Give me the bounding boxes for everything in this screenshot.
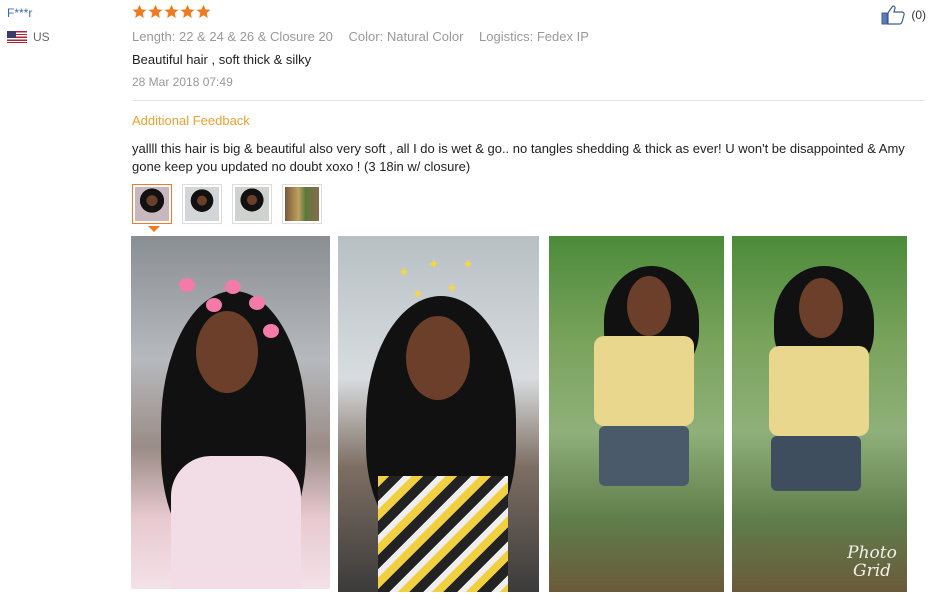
- additional-feedback-text: yallll this hair is big & beautiful also…: [132, 141, 905, 174]
- photo-detail: [799, 278, 843, 338]
- star-icon: [196, 4, 211, 18]
- active-thumbnail-indicator: [148, 226, 160, 232]
- review-text: Beautiful hair , soft thick & silky: [132, 52, 312, 67]
- photo-grid-watermark: Photo Grid: [847, 543, 897, 581]
- photo-detail: [406, 316, 470, 400]
- review-photo-1[interactable]: [131, 236, 330, 589]
- sparkle-sticker: ✦: [462, 256, 474, 272]
- sparkle-sticker: ✦: [398, 264, 410, 280]
- helpful-like-button[interactable]: (0): [881, 5, 926, 25]
- heart-sticker: [249, 296, 265, 310]
- divider: [132, 100, 925, 101]
- attr-color: Color: Natural Color: [348, 29, 464, 44]
- us-flag-icon: [7, 31, 27, 43]
- star-icon: [180, 4, 195, 18]
- review-date: 28 Mar 2018 07:49: [132, 75, 233, 89]
- photo-detail: [594, 336, 694, 426]
- photo-detail: [171, 456, 301, 589]
- attr-logistics: Logistics: Fedex IP: [479, 29, 589, 44]
- heart-sticker: [179, 278, 195, 292]
- photo-detail: [599, 426, 689, 486]
- star-icon: [132, 4, 147, 18]
- photo-divider: [724, 236, 732, 592]
- star-rating: [132, 4, 211, 19]
- review-photo-3[interactable]: Photo Grid: [549, 236, 907, 592]
- star-icon: [164, 4, 179, 18]
- heart-sticker: [263, 324, 279, 338]
- heart-sticker: [206, 298, 222, 312]
- additional-feedback-title: Additional Feedback: [132, 113, 250, 128]
- photo-detail: [769, 346, 869, 436]
- photo-detail: [627, 276, 671, 336]
- sparkle-sticker: ✦: [428, 256, 440, 272]
- photo-detail: [771, 436, 861, 491]
- reviewer-name: F***r: [7, 6, 33, 20]
- heart-sticker: [225, 280, 241, 294]
- country-label: US: [33, 30, 50, 44]
- photo-detail: [196, 311, 258, 393]
- thumbnail-3[interactable]: [232, 184, 272, 224]
- thumbnail-4[interactable]: [282, 184, 322, 224]
- review-photo-2[interactable]: ✦ ✦ ✦ ✦ ✦: [338, 236, 539, 592]
- reviewer-info: F***r US: [7, 6, 117, 44]
- thumbnail-1[interactable]: [132, 184, 172, 224]
- review-attributes: Length: 22 & 24 & 26 & Closure 20 Color:…: [132, 29, 601, 44]
- attr-length: Length: 22 & 24 & 26 & Closure 20: [132, 29, 333, 44]
- photo-thumbnails: [132, 184, 322, 224]
- like-count: (0): [911, 8, 926, 22]
- photo-detail: [378, 476, 508, 592]
- sparkle-sticker: ✦: [412, 286, 424, 302]
- thumbs-up-icon: [881, 5, 906, 25]
- sparkle-sticker: ✦: [446, 280, 458, 296]
- reviewer-country: US: [7, 30, 117, 44]
- star-icon: [148, 4, 163, 18]
- thumbnail-2[interactable]: [182, 184, 222, 224]
